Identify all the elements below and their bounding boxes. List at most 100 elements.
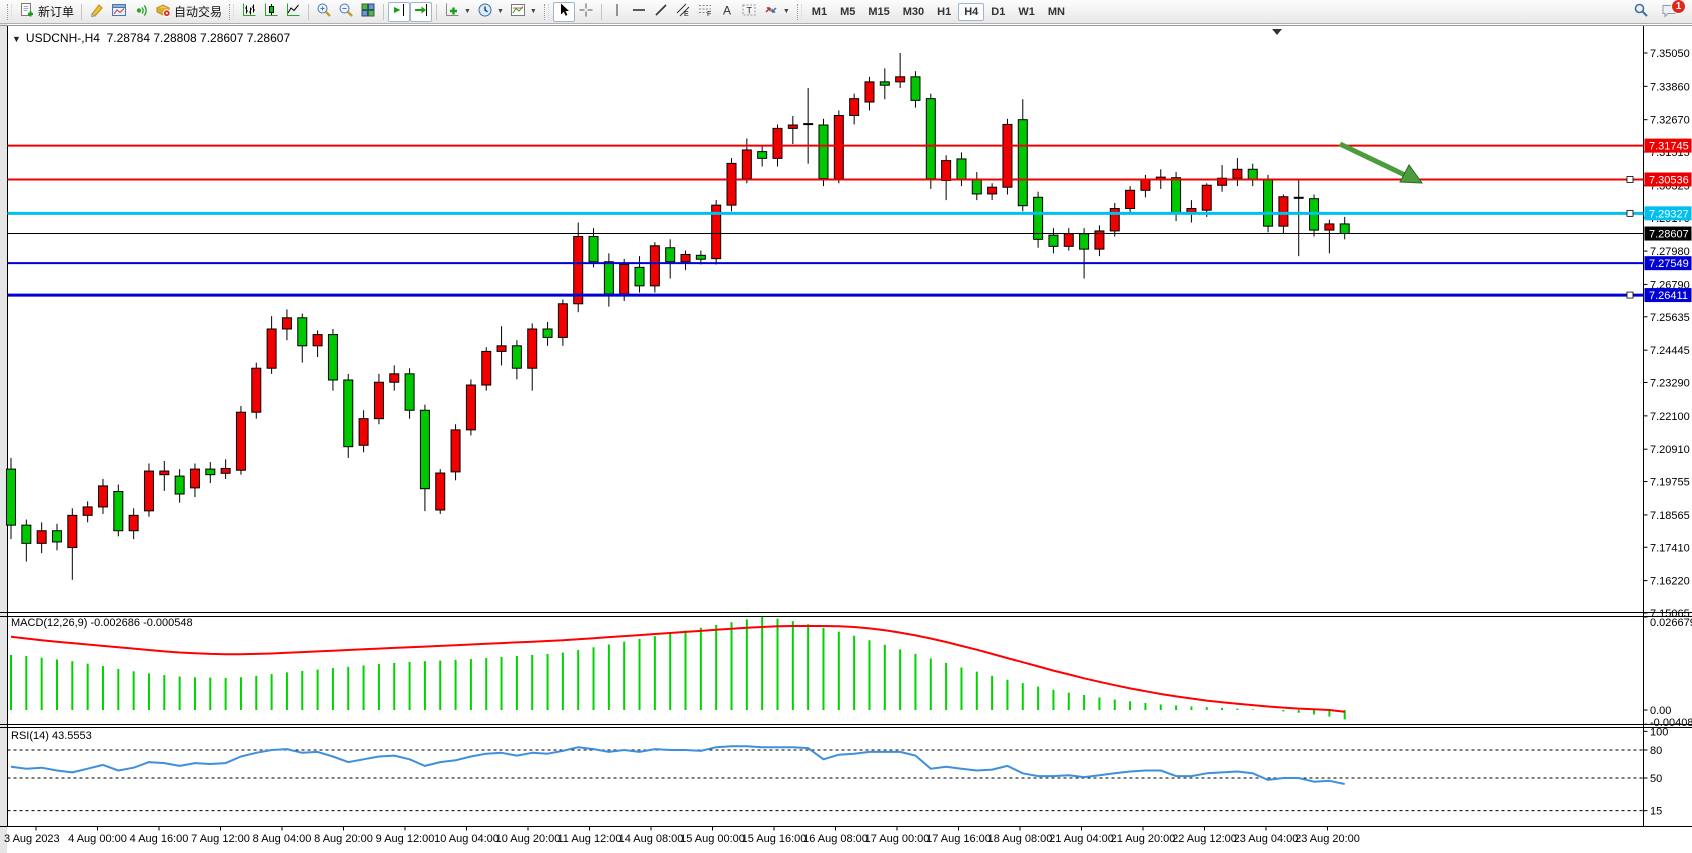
toolbar-separator	[601, 4, 602, 20]
timeframe-button-D1[interactable]: D1	[985, 3, 1011, 21]
candle-body	[390, 374, 399, 382]
horizontal-line-tool-button[interactable]	[628, 2, 650, 22]
candle-body	[911, 77, 920, 101]
bar-chart-mode-button[interactable]	[238, 2, 260, 22]
chart-window-button[interactable]	[108, 2, 130, 22]
templates-icon	[510, 2, 526, 21]
price-badge-label: 7.27549	[1649, 258, 1689, 270]
templates-button[interactable]: ▼	[507, 2, 540, 22]
time-tick-label: 21 Aug 20:00	[1111, 833, 1176, 845]
price-tick-label: 7.19755	[1650, 477, 1690, 489]
candle-body	[880, 82, 889, 85]
price-tick-label: 7.24445	[1650, 345, 1690, 357]
time-tick-label: 23 Aug 04:00	[1234, 833, 1299, 845]
toolbar-separator	[308, 4, 309, 20]
equidistant-channel-tool-button[interactable]: E	[672, 2, 694, 22]
text-label-tool-button[interactable]: T	[738, 2, 760, 22]
svg-text:A: A	[723, 4, 731, 18]
candle-body	[160, 471, 169, 475]
time-tick-label: 4 Aug 00:00	[68, 833, 127, 845]
search-button[interactable]	[1630, 2, 1652, 22]
candle-body	[313, 335, 322, 346]
toolbar-separator	[436, 4, 437, 20]
new-order-button[interactable]: 新订单	[16, 2, 77, 22]
vertical-line-tool-button[interactable]	[606, 2, 628, 22]
chart-shift-icon	[391, 2, 407, 21]
arrows-tool-button[interactable]: ▼	[760, 2, 793, 22]
timeframe-button-H4[interactable]: H4	[958, 3, 984, 21]
candle-body	[1233, 169, 1242, 178]
zoom-in-button[interactable]	[313, 2, 335, 22]
candle-body	[942, 161, 951, 181]
cursor-tool-button[interactable]	[553, 2, 575, 22]
crayon-tool-button[interactable]	[86, 2, 108, 22]
candle-body	[1080, 234, 1089, 249]
candle-body	[7, 469, 16, 525]
signal-button[interactable]	[130, 2, 152, 22]
tile-windows-button[interactable]	[357, 2, 379, 22]
candlestick-mode-button[interactable]	[260, 2, 282, 22]
time-tick-label: 8 Aug 20:00	[314, 833, 373, 845]
crosshair-tool-button[interactable]	[575, 2, 597, 22]
line-chart-mode-button[interactable]	[282, 2, 304, 22]
price-tick-label: 7.17410	[1650, 542, 1690, 554]
macd-tick-label: 0.026679	[1650, 617, 1692, 629]
level-handle[interactable]	[1627, 292, 1633, 298]
candle-body	[834, 115, 843, 178]
time-tick-label: 22 Aug 12:00	[1172, 833, 1237, 845]
new-order-label: 新订单	[38, 3, 74, 20]
time-tick-label: 17 Aug 16:00	[926, 833, 991, 845]
level-handle[interactable]	[1627, 176, 1633, 182]
level-handle[interactable]	[1627, 210, 1633, 216]
candle-body	[1172, 178, 1181, 213]
candle-body	[1279, 197, 1288, 226]
timeframe-button-M15[interactable]: M15	[862, 3, 895, 21]
timeframe-button-H1[interactable]: H1	[931, 3, 957, 21]
price-badge-label: 7.30536	[1649, 174, 1689, 186]
auto-scroll-button[interactable]	[410, 2, 432, 22]
chart-title-expander-icon[interactable]: ▼	[12, 34, 21, 44]
candle-body	[988, 187, 997, 194]
candle-body	[374, 382, 383, 418]
trendline-tool-button[interactable]	[650, 2, 672, 22]
cursor-icon	[556, 2, 572, 21]
rsi-indicator-label: RSI(14) 43.5553	[11, 730, 92, 742]
timeframe-button-M5[interactable]: M5	[834, 3, 861, 21]
timeframe-button-MN[interactable]: MN	[1042, 3, 1071, 21]
timeframe-button-M1[interactable]: M1	[806, 3, 833, 21]
periods-button[interactable]: ▼	[474, 2, 507, 22]
candle-body	[175, 476, 184, 494]
time-tick-label: 21 Aug 04:00	[1049, 833, 1114, 845]
fibonacci-tool-button[interactable]: F	[694, 2, 716, 22]
candle-body	[359, 419, 368, 446]
autotrading-button[interactable]: 自动交易	[152, 2, 225, 22]
time-tick-label: 14 Aug 08:00	[619, 833, 684, 845]
timeframe-button-M30[interactable]: M30	[897, 3, 930, 21]
chevron-down-icon: ▼	[783, 8, 790, 15]
candle-body	[298, 318, 307, 346]
chart-area[interactable]: 7.350507.338607.326707.315157.303257.291…	[0, 0, 1692, 853]
candle-body	[742, 150, 751, 179]
crosshair-icon	[578, 2, 594, 21]
candle-body	[1064, 234, 1073, 247]
price-badge-label: 7.28607	[1649, 229, 1689, 241]
zoom-out-button[interactable]	[335, 2, 357, 22]
price-tick-label: 7.23290	[1650, 378, 1690, 390]
candle-body	[788, 125, 797, 128]
chart-shift-button[interactable]	[388, 2, 410, 22]
candle-body	[206, 469, 215, 475]
chat-button[interactable]: 1	[1658, 2, 1681, 22]
candle-body	[1248, 169, 1257, 179]
candle-body	[1034, 197, 1043, 239]
price-tick-label: 7.33860	[1650, 81, 1690, 93]
time-tick-label: 10 Aug 20:00	[496, 833, 561, 845]
bar-chart-icon	[241, 2, 257, 21]
signal-icon	[133, 2, 149, 21]
candle-body	[696, 255, 705, 259]
text-tool-button[interactable]: A	[716, 2, 738, 22]
candle-body	[589, 237, 598, 262]
candle-body	[957, 159, 966, 179]
timeframe-button-W1[interactable]: W1	[1012, 3, 1041, 21]
candle-body	[972, 179, 981, 194]
indicators-button[interactable]: ▼	[441, 2, 474, 22]
